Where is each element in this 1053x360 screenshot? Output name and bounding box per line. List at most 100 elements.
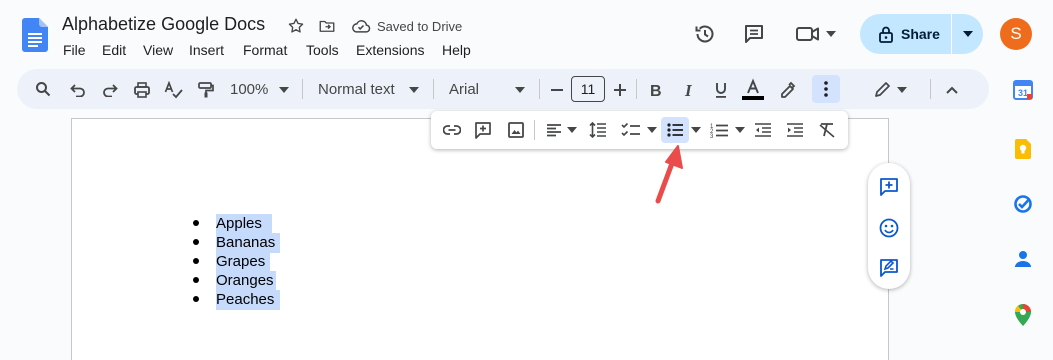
share-label: Share bbox=[901, 26, 940, 42]
underline-icon[interactable] bbox=[710, 79, 732, 101]
undo-icon[interactable] bbox=[67, 80, 89, 100]
insert-link-icon[interactable] bbox=[441, 119, 463, 141]
list-item[interactable]: Apples bbox=[190, 214, 310, 234]
menu-insert[interactable]: Insert bbox=[189, 42, 224, 58]
spellcheck-icon[interactable] bbox=[162, 79, 186, 101]
svg-text:31: 31 bbox=[1018, 88, 1028, 98]
cloud-saved-icon[interactable] bbox=[350, 16, 372, 36]
editing-mode-icon[interactable] bbox=[871, 79, 893, 101]
more-vert-icon bbox=[824, 81, 828, 97]
keep-icon[interactable] bbox=[1013, 138, 1033, 160]
increase-font-size-icon[interactable] bbox=[611, 80, 629, 100]
align-left-icon[interactable] bbox=[543, 119, 565, 141]
list-item-text[interactable]: Grapes bbox=[216, 252, 270, 272]
paint-format-icon[interactable] bbox=[195, 79, 217, 101]
toolbar-divider bbox=[930, 79, 931, 99]
decrease-indent-icon[interactable] bbox=[752, 119, 774, 141]
calendar-icon[interactable]: 31 bbox=[1012, 79, 1034, 101]
font-size-value: 11 bbox=[580, 81, 596, 97]
add-emoji-reaction-icon[interactable] bbox=[877, 216, 901, 240]
decrease-font-size-icon[interactable] bbox=[548, 80, 566, 100]
numbered-list-icon[interactable]: 123 bbox=[708, 119, 730, 141]
save-status: Saved to Drive bbox=[377, 19, 463, 34]
bulleted-list-icon bbox=[667, 123, 683, 137]
clear-formatting-icon[interactable] bbox=[816, 119, 838, 141]
bullet-dot bbox=[193, 239, 199, 245]
style-dropdown-icon[interactable] bbox=[408, 85, 420, 95]
svg-text:I: I bbox=[684, 82, 693, 98]
svg-text:B: B bbox=[650, 83, 662, 98]
menu-edit[interactable]: Edit bbox=[102, 42, 126, 58]
bulleted-list-button[interactable] bbox=[661, 117, 689, 143]
annotation-arrow bbox=[650, 142, 690, 206]
list-item[interactable]: Bananas bbox=[190, 233, 310, 253]
bullet-dot bbox=[193, 258, 199, 264]
suggest-edits-icon[interactable] bbox=[877, 256, 901, 280]
font-dropdown-icon[interactable] bbox=[514, 85, 526, 95]
bold-icon[interactable]: B bbox=[645, 79, 667, 101]
docs-logo[interactable] bbox=[22, 18, 48, 52]
toolbar-divider bbox=[534, 120, 535, 140]
numbered-list-dropdown-icon[interactable] bbox=[734, 125, 746, 135]
line-spacing-icon[interactable] bbox=[587, 119, 609, 141]
redo-icon[interactable] bbox=[99, 80, 121, 100]
meet-dropdown-icon[interactable] bbox=[824, 28, 838, 40]
menu-format[interactable]: Format bbox=[243, 42, 287, 58]
toolbar-divider bbox=[539, 79, 540, 99]
toolbar-divider bbox=[636, 79, 637, 99]
bullet-dot bbox=[193, 277, 199, 283]
bulleted-list-dropdown-icon[interactable] bbox=[690, 125, 702, 135]
move-folder-icon[interactable] bbox=[316, 15, 338, 37]
list-item-text[interactable]: Bananas bbox=[216, 233, 280, 253]
lock-icon bbox=[878, 25, 894, 43]
share-button[interactable]: Share bbox=[860, 14, 951, 54]
checklist-icon[interactable] bbox=[620, 119, 642, 141]
text-color-icon[interactable] bbox=[741, 77, 765, 101]
list-item[interactable]: Oranges bbox=[190, 271, 310, 291]
highlight-color-icon[interactable] bbox=[776, 78, 798, 100]
contacts-icon[interactable] bbox=[1012, 248, 1034, 270]
italic-icon[interactable]: I bbox=[678, 79, 700, 101]
add-comment-float-icon[interactable] bbox=[877, 175, 901, 199]
font-select[interactable]: Arial bbox=[449, 81, 479, 98]
avatar[interactable]: S bbox=[1000, 18, 1032, 50]
list-item[interactable]: Grapes bbox=[190, 252, 310, 272]
bullet-dot bbox=[193, 220, 199, 226]
menu-extensions[interactable]: Extensions bbox=[356, 42, 424, 58]
list-item-text[interactable]: Apples bbox=[216, 214, 272, 234]
insert-image-icon[interactable] bbox=[505, 119, 527, 141]
style-select[interactable]: Normal text bbox=[318, 81, 395, 98]
increase-indent-icon[interactable] bbox=[784, 119, 806, 141]
toolbar-divider bbox=[302, 79, 303, 99]
comments-icon[interactable] bbox=[741, 21, 767, 47]
maps-icon[interactable] bbox=[1013, 304, 1033, 326]
list-item[interactable]: Peaches bbox=[190, 290, 310, 310]
align-dropdown-icon[interactable] bbox=[566, 125, 578, 135]
more-options-button[interactable] bbox=[812, 75, 840, 103]
avatar-letter: S bbox=[1010, 24, 1022, 43]
toolbar-divider bbox=[433, 79, 434, 99]
checklist-dropdown-icon[interactable] bbox=[646, 125, 658, 135]
search-menus-icon[interactable] bbox=[33, 79, 53, 99]
menu-help[interactable]: Help bbox=[442, 42, 471, 58]
zoom-select[interactable]: 100% bbox=[230, 81, 268, 98]
tasks-icon[interactable] bbox=[1012, 193, 1034, 215]
list-item-text[interactable]: Oranges bbox=[216, 271, 276, 291]
bullet-dot bbox=[193, 296, 199, 302]
share-dropdown-button[interactable] bbox=[952, 14, 983, 54]
hide-menus-icon[interactable] bbox=[943, 80, 961, 100]
zoom-dropdown-icon[interactable] bbox=[278, 85, 290, 95]
document-title[interactable]: Alphabetize Google Docs bbox=[62, 14, 265, 35]
svg-text:3: 3 bbox=[710, 134, 714, 138]
list-item-text[interactable]: Peaches bbox=[216, 290, 280, 310]
meet-icon[interactable] bbox=[794, 21, 822, 47]
version-history-icon[interactable] bbox=[692, 21, 718, 47]
menu-tools[interactable]: Tools bbox=[306, 42, 339, 58]
editing-mode-dropdown-icon[interactable] bbox=[896, 85, 908, 95]
menu-view[interactable]: View bbox=[143, 42, 173, 58]
star-icon[interactable] bbox=[285, 15, 307, 37]
print-icon[interactable] bbox=[131, 79, 153, 101]
font-size-input[interactable]: 11 bbox=[571, 76, 605, 102]
menu-file[interactable]: File bbox=[63, 42, 86, 58]
add-comment-icon[interactable] bbox=[472, 119, 494, 141]
